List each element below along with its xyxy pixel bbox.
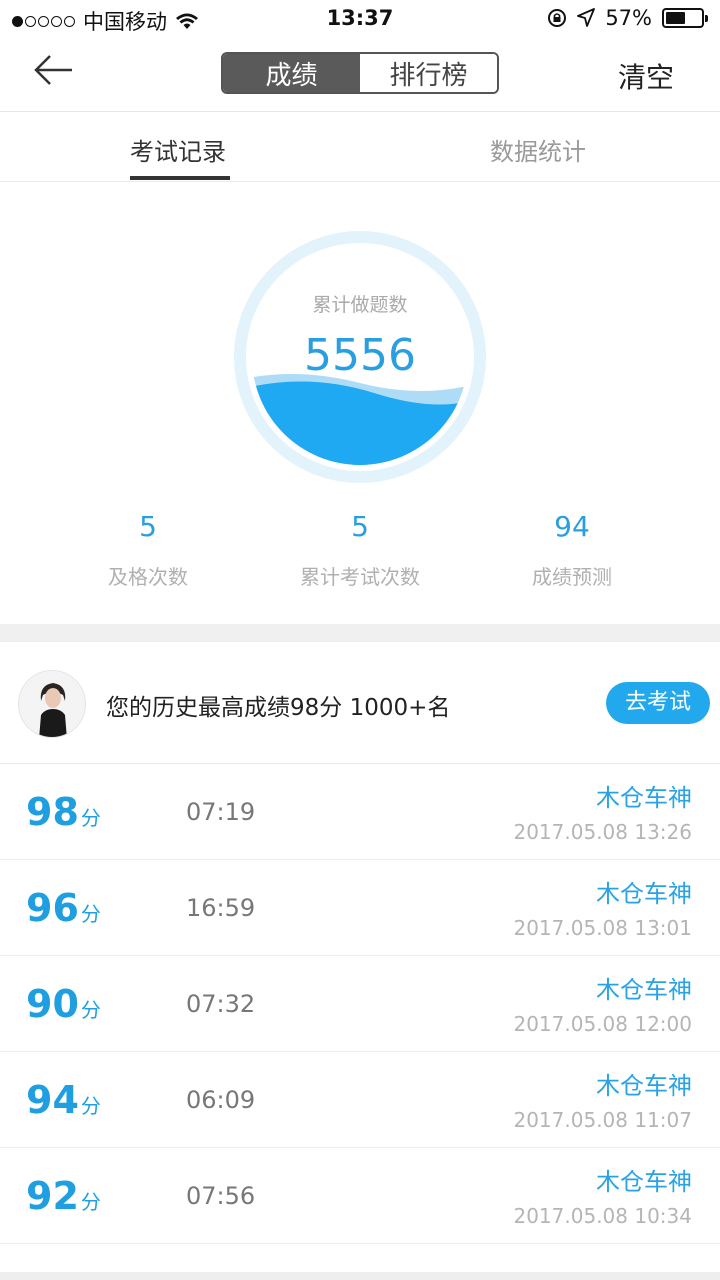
best-score-row: 您的历史最高成绩98分 1000+名 去考试 <box>0 642 720 764</box>
record-score: 96 分 <box>26 886 101 930</box>
tab-ranking[interactable]: 排行榜 <box>360 54 497 92</box>
stat-exam-count: 5 累计考试次数 <box>240 510 480 590</box>
battery-icon <box>662 8 708 28</box>
record-duration: 16:59 <box>186 894 256 922</box>
stat-value: 5 <box>139 510 157 543</box>
stat-label: 累计考试次数 <box>300 565 420 589</box>
tab-indicator <box>130 176 230 180</box>
user-avatar-icon <box>19 671 85 737</box>
record-date: 2017.05.08 10:34 <box>513 1204 692 1228</box>
total-questions-value: 5556 <box>304 330 416 381</box>
stat-value: 5 <box>351 510 369 543</box>
record-username: 木仓车神 <box>596 1072 692 1100</box>
score-unit: 分 <box>80 998 101 1022</box>
stat-label: 及格次数 <box>108 565 188 589</box>
record-score: 92 分 <box>26 1174 101 1218</box>
score-value: 90 <box>26 982 79 1026</box>
bottom-divider <box>0 1272 720 1280</box>
record-score: 98 分 <box>26 790 101 834</box>
segment-control: 成绩 排行榜 <box>221 52 499 94</box>
score-unit: 分 <box>80 1190 101 1214</box>
record-username: 木仓车神 <box>596 976 692 1004</box>
score-value: 96 <box>26 886 79 930</box>
rotation-lock-icon <box>548 9 567 27</box>
record-duration: 07:19 <box>186 798 256 826</box>
nav-bar: 成绩 排行榜 清空 <box>0 38 720 112</box>
score-value: 92 <box>26 1174 79 1218</box>
location-icon <box>577 8 596 27</box>
list-item[interactable]: 94 分 06:09 木仓车神 2017.05.08 11:07 <box>0 1052 720 1148</box>
record-date: 2017.05.08 12:00 <box>513 1012 692 1036</box>
avatar <box>18 670 86 738</box>
stat-label: 成绩预测 <box>532 565 612 589</box>
record-duration: 07:56 <box>186 1182 256 1210</box>
section-divider <box>0 624 720 642</box>
stat-pass-count: 5 及格次数 <box>28 510 268 590</box>
score-value: 94 <box>26 1078 79 1122</box>
record-date: 2017.05.08 13:26 <box>513 820 692 844</box>
record-username: 木仓车神 <box>596 784 692 812</box>
sub-tabs: 考试记录 数据统计 <box>0 112 720 182</box>
record-duration: 07:32 <box>186 990 256 1018</box>
list-item[interactable]: 98 分 07:19 木仓车神 2017.05.08 13:26 <box>0 764 720 860</box>
back-arrow-icon[interactable] <box>30 52 80 92</box>
status-bar: 中国移动 13:37 57% <box>0 0 720 38</box>
total-questions-label: 累计做题数 <box>312 294 408 316</box>
record-date: 2017.05.08 13:01 <box>513 916 692 940</box>
best-score-text: 您的历史最高成绩98分 1000+名 <box>106 695 451 721</box>
tab-scores[interactable]: 成绩 <box>223 54 360 92</box>
clear-button[interactable]: 清空 <box>618 56 674 96</box>
list-item[interactable]: 92 分 07:56 木仓车神 2017.05.08 10:34 <box>0 1148 720 1244</box>
tab-statistics[interactable]: 数据统计 <box>490 132 586 167</box>
record-username: 木仓车神 <box>596 1168 692 1196</box>
record-username: 木仓车神 <box>596 880 692 908</box>
stat-score-prediction: 94 成绩预测 <box>452 510 692 590</box>
score-unit: 分 <box>80 806 101 830</box>
exam-records-list: 98 分 07:19 木仓车神 2017.05.08 13:26 96 分 16:5… <box>0 764 720 1244</box>
list-item[interactable]: 96 分 16:59 木仓车神 2017.05.08 13:01 <box>0 860 720 956</box>
stat-value: 94 <box>554 510 590 543</box>
go-exam-button[interactable]: 去考试 <box>606 682 710 724</box>
score-value: 98 <box>26 790 79 834</box>
battery-percent: 57% <box>605 6 652 30</box>
status-right: 57% <box>547 6 708 30</box>
record-score: 94 分 <box>26 1078 101 1122</box>
record-date: 2017.05.08 11:07 <box>513 1108 692 1132</box>
record-score: 90 分 <box>26 982 101 1026</box>
score-unit: 分 <box>80 1094 101 1118</box>
tab-exam-records[interactable]: 考试记录 <box>130 132 226 167</box>
score-unit: 分 <box>80 902 101 926</box>
list-item[interactable]: 90 分 07:32 木仓车神 2017.05.08 12:00 <box>0 956 720 1052</box>
record-duration: 06:09 <box>186 1086 256 1114</box>
